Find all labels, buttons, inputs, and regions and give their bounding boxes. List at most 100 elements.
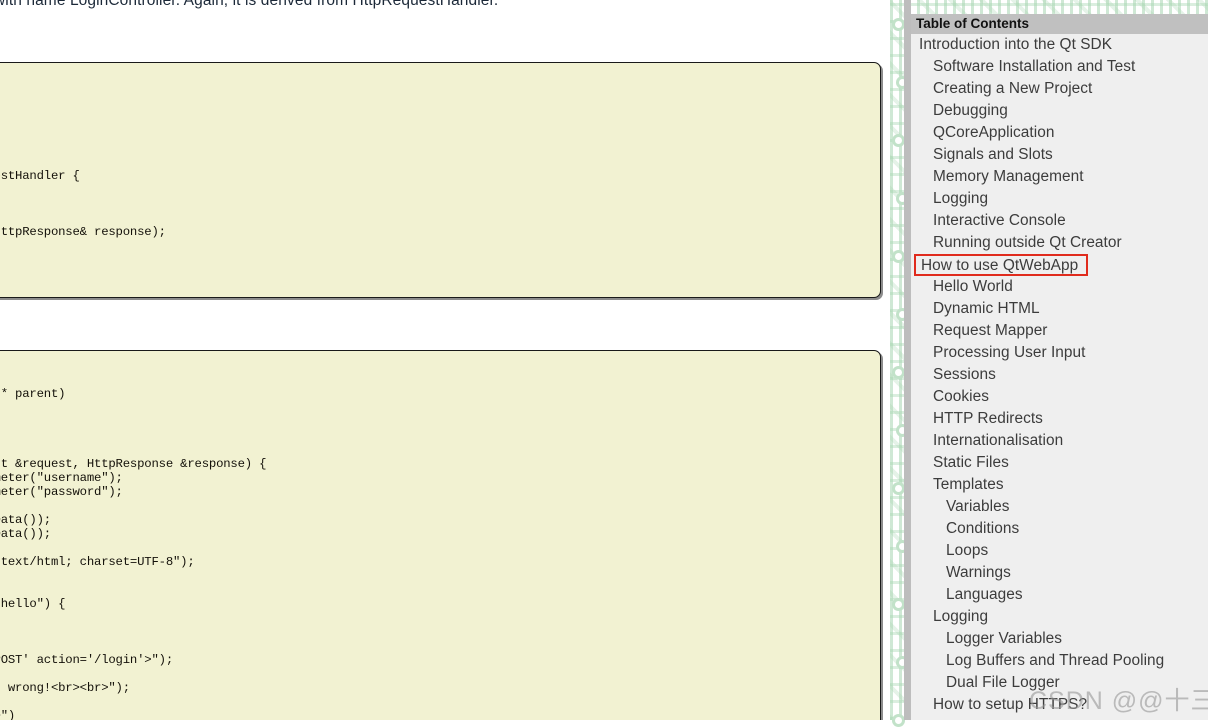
code-block-header: {{ ller.h" ngs; ublic HttpRequestHandler…	[0, 62, 881, 298]
table-of-contents-panel: Table of Contents Introduction into the …	[911, 14, 1208, 720]
toc-item-how-to-setup-https[interactable]: How to setup HTTPS?	[911, 694, 1208, 716]
code-line: equest.getParameter("username");	[0, 471, 123, 485]
toc-row: Request Mapper	[911, 320, 1208, 342]
code-line: {	[0, 71, 870, 85]
toc-row: Logging	[911, 606, 1208, 628]
toc-item-qcoreapplication[interactable]: QCoreApplication	[911, 122, 1208, 144]
code-line: equest.getParameter("password");	[0, 485, 123, 499]
toc-row: Cookies	[911, 386, 1208, 408]
code-line: username.constData());	[0, 513, 51, 527]
toc-row: Templates	[911, 474, 1208, 496]
code-line: arent) {	[0, 401, 870, 415]
toc-row: Signals and Slots	[911, 144, 1208, 166]
toc-header-title: Table of Contents	[911, 14, 1208, 34]
toc-item-hello-world[interactable]: Hello World	[911, 276, 1208, 298]
code-line: <form method='POST' action='/login'>");	[0, 653, 173, 667]
toc-item-processing-user-input[interactable]: Processing User Input	[911, 342, 1208, 364]
toc-row: Loops	[911, 540, 1208, 562]
toc-item-dual-file-logger[interactable]: Dual File Logger	[911, 672, 1208, 694]
toc-row: Debugging	[911, 100, 1208, 122]
code-line: ngs;	[0, 141, 870, 155]
code-line: ller.h"	[0, 113, 870, 127]
code-line: mpty()) {	[0, 667, 870, 681]
code-line: R_H	[0, 267, 870, 281]
toc-row: Warnings	[911, 562, 1208, 584]
toc-row: Variables	[911, 496, 1208, 518]
code-line: .h"	[0, 359, 870, 373]
code-line: ontent-Type", "text/html; charset=UTF-8"…	[0, 555, 195, 569]
toc-item-memory-management[interactable]: Memory Management	[911, 166, 1208, 188]
toc-row: Languages	[911, 584, 1208, 606]
code-block-source: .h" troller(QObject* parent)arent) { vic…	[0, 350, 881, 720]
toc-row: Sessions	[911, 364, 1208, 386]
toc-row: Log Buffers and Thread Pooling	[911, 650, 1208, 672]
toc-row: Software Installation and Test	[911, 56, 1208, 78]
code-line: vice(HttpRequest &request, HttpResponse …	[0, 457, 267, 471]
toc-row: Introduction into the Qt SDK	[911, 34, 1208, 56]
toc-item-request-mapper[interactable]: Request Mapper	[911, 320, 1208, 342]
toc-row: Conditions	[911, 518, 1208, 540]
toc-item-dynamic-html[interactable]: Dynamic HTML	[911, 298, 1208, 320]
toc-row: Dynamic HTML	[911, 298, 1208, 320]
toc-item-cookies[interactable]: Cookies	[911, 386, 1208, 408]
toc-item-logger-variables[interactable]: Logger Variables	[911, 628, 1208, 650]
toc-item-warnings[interactable]: Warnings	[911, 562, 1208, 584]
code-line: es, correct");	[0, 611, 870, 625]
code-line: e("No, that was wrong!<br><br>");	[0, 681, 130, 695]
toc-row: Logging	[911, 188, 1208, 210]
toc-item-templates[interactable]: Templates	[911, 474, 1208, 496]
toc-item-how-to-use-qtwebapp[interactable]: How to use QtWebApp	[914, 254, 1089, 276]
toc-item-variables[interactable]: Variables	[911, 496, 1208, 518]
toc-scrollbar-gutter[interactable]	[904, 0, 911, 720]
toc-item-interactive-console[interactable]: Interactive Console	[911, 210, 1208, 232]
toc-item-logging[interactable]: Logging	[911, 606, 1208, 628]
toc-row: Processing User Input	[911, 342, 1208, 364]
toc-item-loops[interactable]: Loops	[911, 540, 1208, 562]
toc-row: QCoreApplication	[911, 122, 1208, 144]
toc-item-running-outside-qt-creator[interactable]: Running outside Qt Creator	[911, 232, 1208, 254]
toc-item-conditions[interactable]: Conditions	[911, 518, 1208, 540]
code-line: troller(QObject* parent)	[0, 387, 66, 401]
toc-item-introduction-into-the-qt-sdk[interactable]: Introduction into the Qt SDK	[911, 34, 1208, 56]
toc-item-logging[interactable]: Logging	[911, 188, 1208, 210]
toc-item-creating-a-new-project[interactable]: Creating a New Project	[911, 78, 1208, 100]
toc-item-debugging[interactable]: Debugging	[911, 100, 1208, 122]
toc-item-signals-and-slots[interactable]: Signals and Slots	[911, 144, 1208, 166]
toc-row: Interactive Console	[911, 210, 1208, 232]
toc-row: Running outside Qt Creator	[911, 232, 1208, 254]
toc-item-http-redirects[interactable]: HTTP Redirects	[911, 408, 1208, 430]
toc-item-sessions[interactable]: Sessions	[911, 364, 1208, 386]
code-line: est& request, HttpResponse& response);	[0, 225, 166, 239]
toc-item-log-buffers-and-thread-pooling[interactable]: Log Buffers and Thread Pooling	[911, 650, 1208, 672]
code-line: l l i <b>")	[0, 709, 16, 720]
code-line: and password=="hello") {	[0, 597, 66, 611]
toc-item-software-installation-and-test[interactable]: Software Installation and Test	[911, 56, 1208, 78]
code-line: ct* parent=0);	[0, 211, 870, 225]
toc-item-internationalisation[interactable]: Internationalisation	[911, 430, 1208, 452]
toc-row: Logger Variables	[911, 628, 1208, 650]
toc-row: Hello World	[911, 276, 1208, 298]
code-line: {	[0, 85, 870, 99]
toc-row: Memory Management	[911, 166, 1208, 188]
toc-item-static-files[interactable]: Static Files	[911, 452, 1208, 474]
toc-item-languages[interactable]: Languages	[911, 584, 1208, 606]
intro-paragraph: with name LoginController. Again, it is …	[0, 0, 499, 9]
toc-row: Dual File Logger	[911, 672, 1208, 694]
